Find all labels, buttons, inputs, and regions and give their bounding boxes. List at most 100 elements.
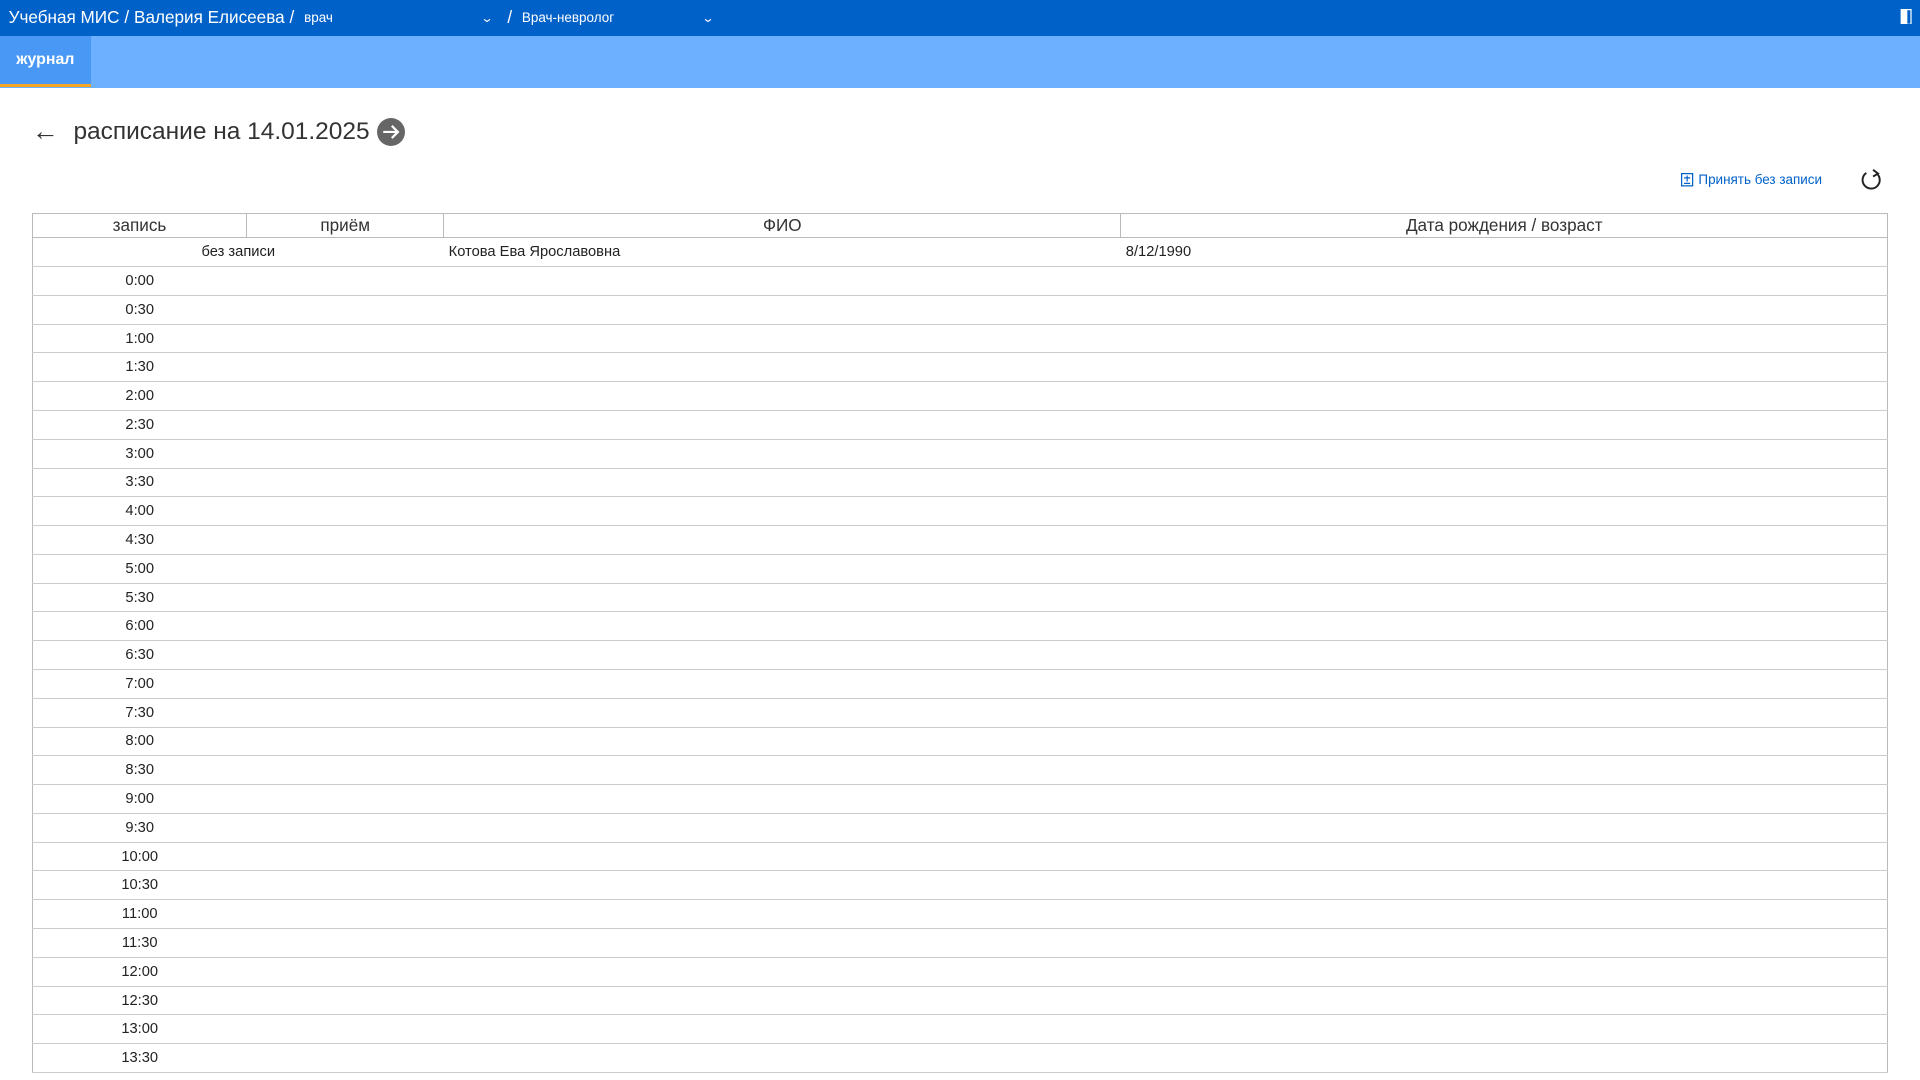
slot-birth[interactable] [1120, 928, 1889, 958]
slot-birth[interactable] [1120, 812, 1889, 843]
role-select[interactable]: врач ⌄ [304, 10, 497, 25]
walk-in-row[interactable]: без записи Котова Ева Ярославовна 8/12/1… [31, 237, 1889, 268]
slot-birth[interactable] [1120, 352, 1889, 383]
slot-fio[interactable] [443, 582, 1121, 613]
table-row[interactable]: 9:00 [31, 784, 1889, 814]
slot-reception[interactable] [246, 525, 444, 555]
table-row[interactable]: 8:00 [31, 726, 1889, 757]
slot-birth[interactable] [1120, 611, 1889, 642]
slot-birth[interactable] [1120, 323, 1889, 354]
table-row[interactable]: 1:30 [31, 352, 1889, 383]
table-row[interactable]: 12:30 [31, 985, 1889, 1016]
slot-reception[interactable] [246, 640, 444, 671]
slot-birth[interactable] [1120, 266, 1889, 296]
back-arrow-icon[interactable]: ← [32, 118, 59, 145]
table-row[interactable]: 13:30 [31, 1043, 1889, 1073]
slot-fio[interactable] [443, 985, 1121, 1016]
slot-birth[interactable] [1120, 525, 1889, 555]
table-row[interactable]: 0:00 [31, 266, 1889, 296]
slot-reception[interactable] [246, 784, 444, 814]
table-row[interactable]: 4:30 [31, 525, 1889, 555]
slot-birth[interactable] [1120, 697, 1889, 728]
slot-reception[interactable] [246, 755, 444, 786]
table-row[interactable]: 8:30 [31, 755, 1889, 786]
table-row[interactable]: 3:30 [31, 467, 1889, 498]
table-row[interactable]: 6:00 [31, 611, 1889, 642]
slot-birth[interactable] [1120, 496, 1889, 527]
slot-birth[interactable] [1120, 381, 1889, 411]
slot-fio[interactable] [443, 611, 1121, 642]
slot-reception[interactable] [246, 294, 444, 325]
slot-reception[interactable] [246, 956, 444, 987]
slot-birth[interactable] [1120, 985, 1889, 1016]
slot-fio[interactable] [443, 899, 1121, 930]
slot-reception[interactable] [246, 1043, 444, 1073]
slot-fio[interactable] [443, 525, 1121, 555]
slot-birth[interactable] [1120, 438, 1889, 469]
patient-fio[interactable]: Котова Ева Ярославовна [443, 237, 1121, 268]
exit-icon[interactable] [1900, 8, 1913, 25]
table-row[interactable]: 4:00 [31, 496, 1889, 527]
refresh-icon[interactable] [1859, 168, 1883, 192]
slot-birth[interactable] [1120, 870, 1889, 901]
slot-birth[interactable] [1120, 1043, 1889, 1073]
app-name[interactable]: Учебная МИС [9, 7, 120, 28]
slot-reception[interactable] [246, 266, 444, 296]
slot-fio[interactable] [443, 784, 1121, 814]
slot-reception[interactable] [246, 352, 444, 383]
slot-reception[interactable] [246, 381, 444, 411]
slot-birth[interactable] [1120, 755, 1889, 786]
slot-reception[interactable] [246, 1014, 444, 1045]
table-row[interactable]: 2:30 [31, 409, 1889, 440]
table-row[interactable]: 13:00 [31, 1014, 1889, 1045]
table-row[interactable]: 6:30 [31, 640, 1889, 671]
slot-reception[interactable] [246, 582, 444, 613]
slot-reception[interactable] [246, 726, 444, 757]
slot-fio[interactable] [443, 496, 1121, 527]
slot-reception[interactable] [246, 611, 444, 642]
table-row[interactable]: 12:00 [31, 956, 1889, 987]
slot-reception[interactable] [246, 496, 444, 527]
slot-fio[interactable] [443, 697, 1121, 728]
slot-fio[interactable] [443, 841, 1121, 872]
accept-without-appointment-button[interactable]: Принять без записи [1681, 172, 1822, 187]
slot-reception[interactable] [246, 323, 444, 354]
next-day-button[interactable] [376, 117, 406, 146]
slot-fio[interactable] [443, 870, 1121, 901]
slot-fio[interactable] [443, 438, 1121, 469]
slot-reception[interactable] [246, 553, 444, 584]
table-row[interactable]: 10:30 [31, 870, 1889, 901]
slot-reception[interactable] [246, 669, 444, 699]
table-row[interactable]: 9:30 [31, 812, 1889, 843]
table-row[interactable]: 7:00 [31, 669, 1889, 699]
table-row[interactable]: 3:00 [31, 438, 1889, 469]
table-row[interactable]: 11:30 [31, 928, 1889, 958]
slot-birth[interactable] [1120, 1014, 1889, 1045]
slot-fio[interactable] [443, 409, 1121, 440]
table-row[interactable]: 2:00 [31, 381, 1889, 411]
slot-fio[interactable] [443, 956, 1121, 987]
slot-birth[interactable] [1120, 467, 1889, 498]
slot-fio[interactable] [443, 1014, 1121, 1045]
slot-reception[interactable] [246, 870, 444, 901]
table-row[interactable]: 5:30 [31, 582, 1889, 613]
slot-birth[interactable] [1120, 899, 1889, 930]
slot-reception[interactable] [246, 467, 444, 498]
table-row[interactable]: 11:00 [31, 899, 1889, 930]
slot-reception[interactable] [246, 697, 444, 728]
slot-birth[interactable] [1120, 841, 1889, 872]
slot-fio[interactable] [443, 381, 1121, 411]
slot-fio[interactable] [443, 669, 1121, 699]
table-row[interactable]: 10:00 [31, 841, 1889, 872]
slot-fio[interactable] [443, 640, 1121, 671]
slot-reception[interactable] [246, 928, 444, 958]
slot-birth[interactable] [1120, 956, 1889, 987]
slot-reception[interactable] [246, 409, 444, 440]
tab-journal[interactable]: журнал [0, 35, 91, 88]
slot-reception[interactable] [246, 985, 444, 1016]
slot-birth[interactable] [1120, 294, 1889, 325]
table-row[interactable]: 1:00 [31, 323, 1889, 354]
slot-reception[interactable] [246, 812, 444, 843]
slot-reception[interactable] [246, 899, 444, 930]
slot-fio[interactable] [443, 928, 1121, 958]
